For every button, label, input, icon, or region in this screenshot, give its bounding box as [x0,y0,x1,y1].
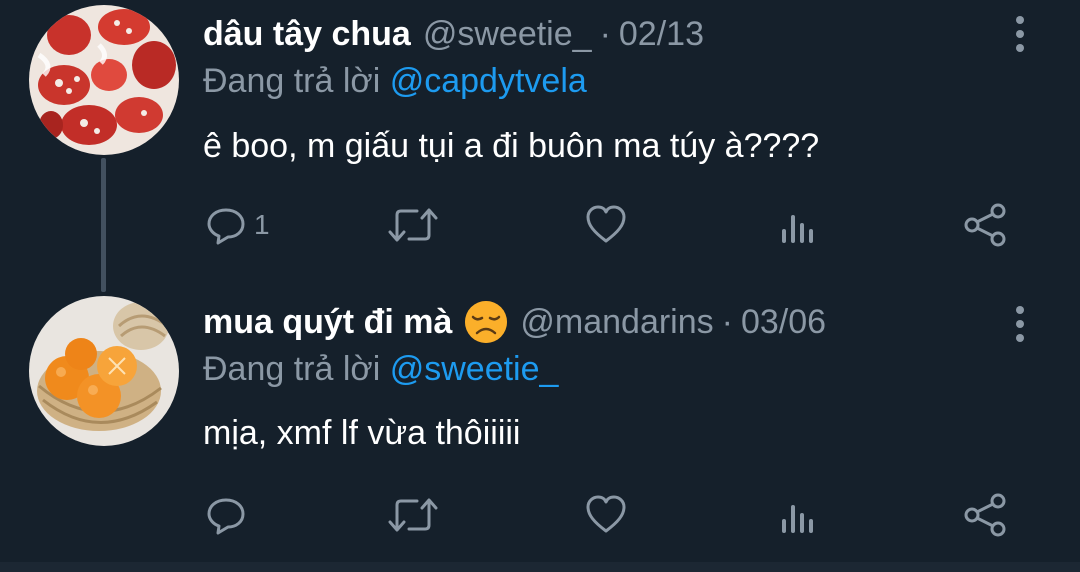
tweet-thread: dâu tây chua @sweetie_ · 02/13 Đang trả … [0,0,1080,572]
reply-icon [204,493,248,537]
display-name[interactable]: mua quýt đi mà [203,300,452,344]
replying-prefix: Đang trả lời [203,350,381,388]
tweet-date[interactable]: 03/06 [741,300,826,344]
avatar-strawberries-image [29,5,179,155]
disappointed-face-emoji [464,300,508,344]
user-handle[interactable]: @mandarins [520,300,713,344]
tweet-date[interactable]: 02/13 [619,12,704,56]
replying-to-line: Đang trả lời @sweetie_ [203,347,558,391]
avatar[interactable] [29,5,179,155]
reply-icon [204,203,248,247]
like-button[interactable] [584,200,628,250]
more-vertical-icon[interactable] [1008,304,1032,344]
retweet-button[interactable] [385,490,441,540]
tweet[interactable]: dâu tây chua @sweetie_ · 02/13 Đang trả … [0,0,1080,292]
bottom-divider [0,562,1080,572]
views-icon [778,493,818,537]
tweet-header: dâu tây chua @sweetie_ · 02/13 [203,12,704,56]
like-button[interactable] [584,490,628,540]
reply-button[interactable] [204,490,254,540]
avatar[interactable] [29,296,179,446]
tweet-header: mua quýt đi mà @mandarins · 03/06 [203,300,826,344]
reply-button[interactable]: 1 [204,200,270,250]
tweet[interactable]: mua quýt đi mà @mandarins · 03/06 Đang t… [0,292,1080,562]
heart-icon [584,493,628,537]
replying-to-mention[interactable]: @capdytvela [390,62,587,100]
replying-prefix: Đang trả lời [203,62,381,100]
more-vertical-icon[interactable] [1008,14,1032,54]
retweet-button[interactable] [385,200,441,250]
share-icon [962,493,1010,537]
avatar-oranges-image [29,296,179,446]
heart-icon [584,203,628,247]
reply-count: 1 [254,209,270,240]
tweet-actions: 1 [0,200,1080,250]
separator-dot: · [599,15,611,53]
views-icon [778,203,818,247]
tweet-text: mịa, xmf lf vừa thôiiiii [203,414,521,452]
tweet-text: ê boo, m giấu tụi a đi buôn ma túy à???? [203,127,820,165]
share-icon [962,203,1010,247]
retweet-icon [385,493,441,537]
tweet-actions [0,490,1080,540]
views-button[interactable] [778,490,818,540]
retweet-icon [385,203,441,247]
views-button[interactable] [778,200,818,250]
replying-to-line: Đang trả lời @capdytvela [203,59,587,103]
share-button[interactable] [962,200,1010,250]
separator-dot: · [721,303,733,341]
replying-to-mention[interactable]: @sweetie_ [390,350,559,388]
user-handle[interactable]: @sweetie_ [423,12,592,56]
share-button[interactable] [962,490,1010,540]
display-name[interactable]: dâu tây chua [203,12,411,56]
